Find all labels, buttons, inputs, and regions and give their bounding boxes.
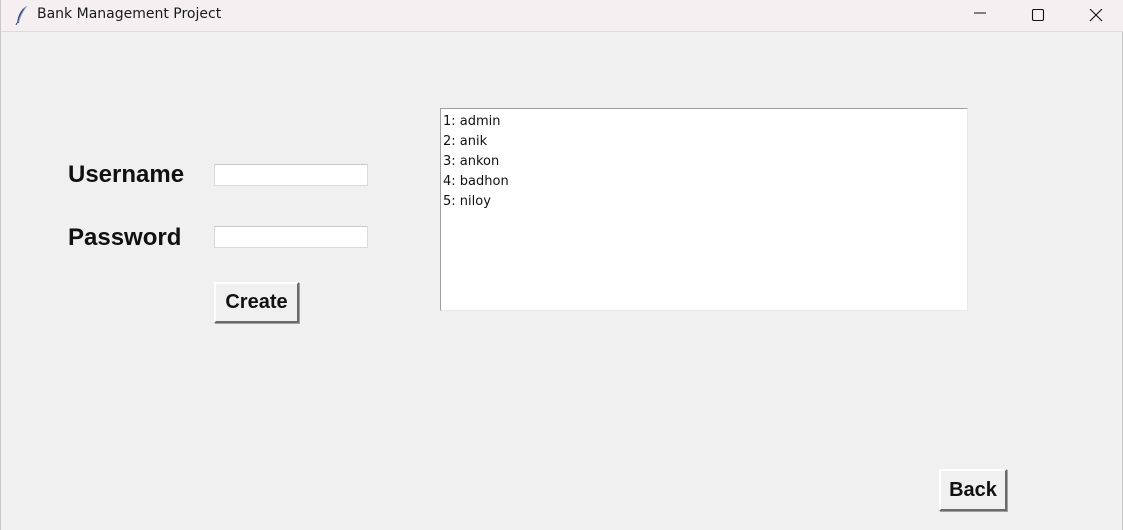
minimize-icon — [974, 12, 986, 14]
minimize-button[interactable] — [951, 0, 1009, 32]
users-listbox[interactable]: 1: admin 2: anik 3: ankon 4: badhon 5: n… — [440, 108, 968, 311]
app-window: Bank Management Project Username Passwor… — [0, 0, 1123, 530]
maximize-icon — [1031, 9, 1045, 22]
list-item[interactable]: 4: badhon — [441, 172, 967, 192]
username-field[interactable] — [214, 164, 368, 186]
password-field[interactable] — [214, 226, 368, 248]
list-item[interactable]: 2: anik — [441, 132, 967, 152]
title-bar: Bank Management Project — [1, 0, 1123, 32]
close-icon — [1089, 9, 1103, 22]
maximize-button[interactable] — [1009, 0, 1067, 32]
list-item[interactable]: 5: niloy — [441, 192, 967, 212]
close-button[interactable] — [1067, 0, 1123, 32]
create-button[interactable]: Create — [214, 282, 299, 323]
back-button[interactable]: Back — [939, 469, 1007, 511]
password-label: Password — [68, 224, 182, 251]
username-label: Username — [68, 161, 185, 188]
window-title: Bank Management Project — [37, 6, 222, 22]
list-item[interactable]: 3: ankon — [441, 152, 967, 172]
list-item[interactable]: 1: admin — [441, 112, 967, 132]
feather-icon — [14, 5, 30, 26]
